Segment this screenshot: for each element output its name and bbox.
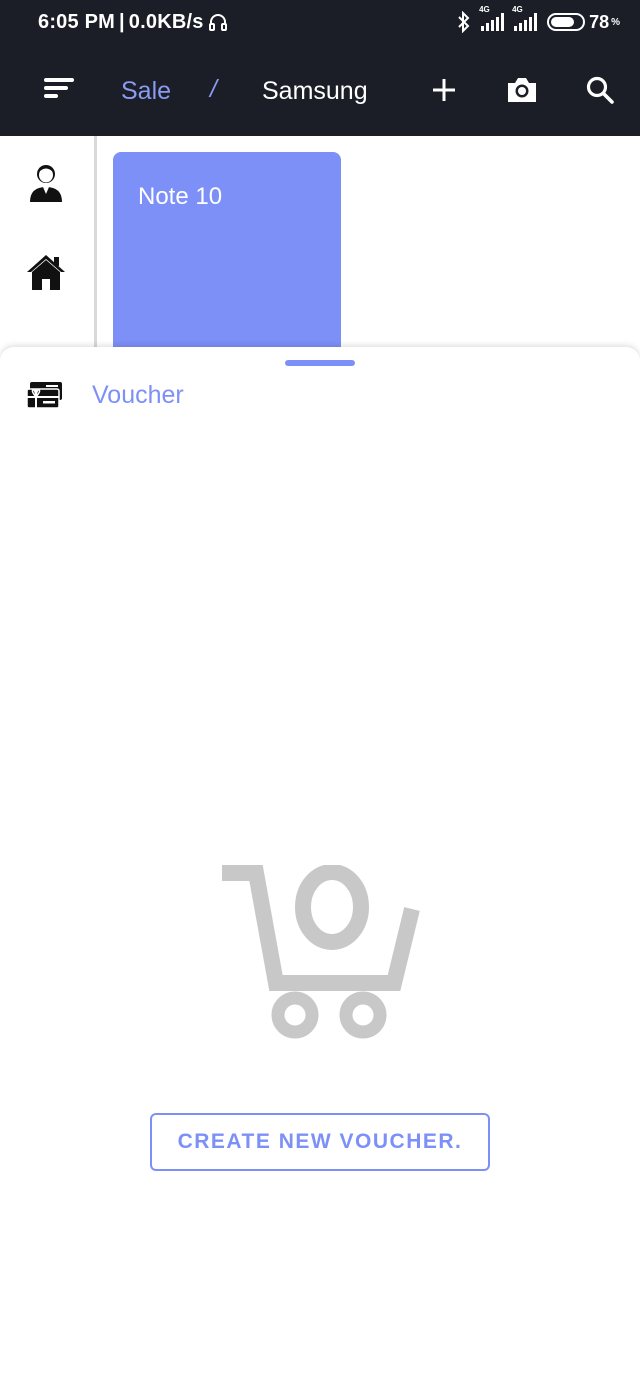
status-time: 6:05 PM [38, 10, 115, 33]
search-icon [586, 76, 614, 104]
signal-icon-1: 4G [479, 5, 505, 31]
sidebar [0, 136, 96, 348]
create-voucher-button[interactable]: CREATE NEW VOUCHER. [150, 1113, 490, 1171]
add-icon [433, 79, 455, 101]
app-bar: Sale / Samsung [0, 44, 640, 136]
sheet-drag-handle[interactable] [285, 360, 355, 366]
status-speed: 0.0KB/s [128, 10, 204, 33]
battery-fill [551, 17, 575, 27]
product-card[interactable]: Note 10 [113, 152, 341, 362]
menu-icon[interactable] [44, 78, 74, 98]
breadcrumb-separator: / [210, 75, 217, 103]
voucher-tab[interactable]: Voucher [26, 375, 184, 415]
battery-percent: 78 [589, 11, 610, 32]
sidebar-divider [94, 136, 97, 348]
voucher-label: Voucher [92, 380, 184, 409]
status-bar: 6:05 PM | 0.0KB/s 4G 4G 78 % [0, 0, 640, 44]
battery-icon [547, 13, 586, 31]
product-name: Note 10 [138, 183, 223, 210]
network-type-2: 4G [512, 5, 523, 14]
cart-zero-icon [222, 865, 420, 1039]
search-button[interactable] [580, 70, 620, 110]
bottom-sheet: Voucher CREATE NEW VOUCHER. [0, 347, 640, 1386]
network-type-1: 4G [479, 5, 490, 14]
voucher-icon [26, 382, 62, 409]
status-left: 6:05 PM | 0.0KB/s [38, 11, 228, 34]
camera-button[interactable] [502, 70, 542, 110]
battery-indicator: 78 % [547, 12, 620, 33]
sidebar-item-home[interactable] [22, 248, 70, 296]
battery-unit: % [611, 16, 620, 28]
screen: 6:05 PM | 0.0KB/s 4G 4G 78 % Sale / Sams… [0, 0, 640, 1386]
headset-icon [208, 14, 227, 31]
breadcrumb-sale[interactable]: Sale [121, 77, 171, 106]
camera-icon [508, 78, 536, 102]
signal-icon-2: 4G [512, 5, 538, 31]
status-divider: | [119, 10, 125, 33]
status-right: 4G 4G 78 % [457, 5, 620, 33]
bluetooth-icon [458, 11, 470, 33]
breadcrumb-samsung[interactable]: Samsung [262, 77, 368, 106]
user-icon [30, 165, 62, 202]
sidebar-item-user[interactable] [22, 158, 70, 206]
home-icon [27, 255, 65, 290]
add-button[interactable] [424, 70, 464, 110]
